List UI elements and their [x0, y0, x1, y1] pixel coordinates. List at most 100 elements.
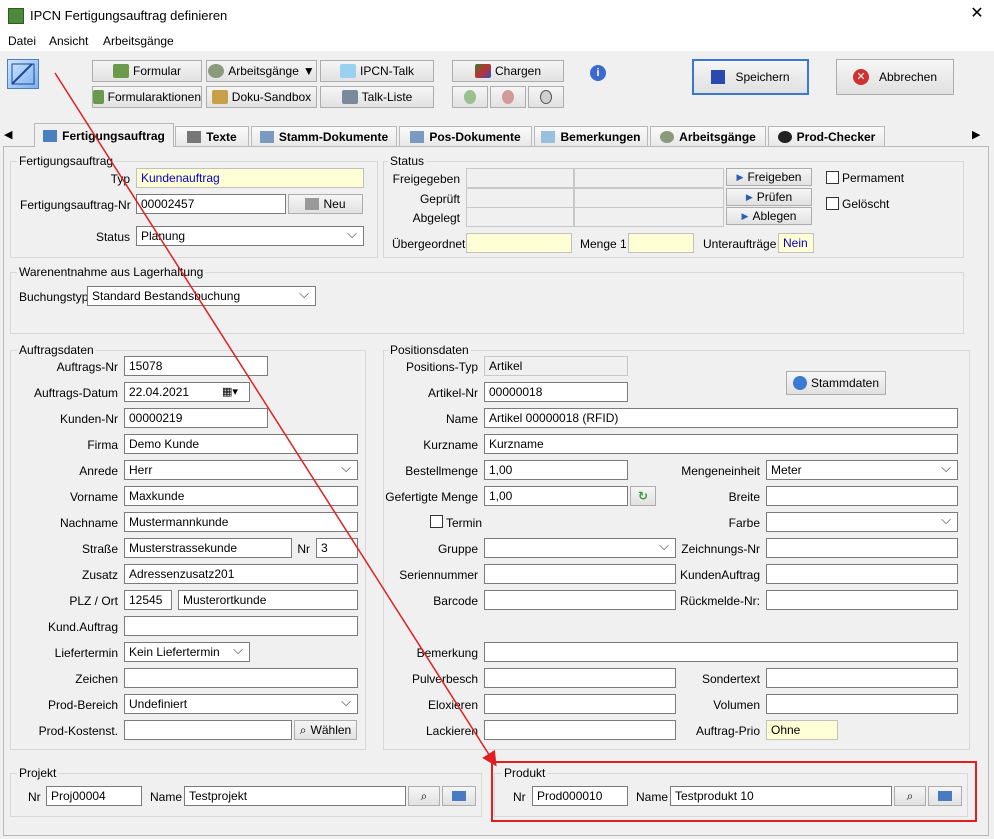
termin-checkbox[interactable]: [430, 515, 443, 528]
fa-nr-field[interactable]: 00002457: [136, 194, 286, 214]
pulverbesch-field[interactable]: [484, 668, 676, 688]
tab-scroll-right-icon[interactable]: ▶: [972, 128, 980, 141]
menge-field[interactable]: [628, 233, 694, 253]
projekt-search-button[interactable]: ⌕: [408, 786, 440, 806]
projekt-open-button[interactable]: [442, 786, 476, 806]
artikel-name-field[interactable]: Artikel 00000018 (RFID): [484, 408, 958, 428]
permanent-checkbox[interactable]: [826, 171, 839, 184]
freigeben-button[interactable]: ▶ Freigeben: [726, 168, 812, 186]
menu-ansicht[interactable]: Ansicht: [49, 34, 88, 48]
tab-pos-dokumente[interactable]: Pos-Dokumente: [399, 126, 532, 146]
ablegen-button[interactable]: ▶ Ablegen: [726, 207, 812, 225]
barcode-field[interactable]: [484, 590, 676, 610]
zusatz-field[interactable]: Adressenzusatz201: [124, 564, 358, 584]
freigegeben-by-field: [574, 168, 724, 188]
label: Zusatz: [81, 568, 118, 582]
prod-bereich-select[interactable]: Undefiniert: [124, 694, 358, 714]
rueckmelde-nr-field[interactable]: [766, 590, 958, 610]
kundenauftrag-field[interactable]: [766, 564, 958, 584]
bestellmenge-field[interactable]: 1,00: [484, 460, 628, 480]
sondertext-field[interactable]: [766, 668, 958, 688]
plz-field[interactable]: 12545: [124, 590, 172, 610]
hausnr-field[interactable]: 3: [316, 538, 358, 558]
arbeitsgaenge-button[interactable]: Arbeitsgänge ▼: [206, 60, 317, 82]
prod-kostenst-field[interactable]: [124, 720, 292, 740]
menu-datei[interactable]: Datei: [8, 34, 36, 48]
zeichen-field[interactable]: [124, 668, 358, 688]
calendar-icon[interactable]: ▦▾: [222, 385, 238, 398]
liefertermin-select[interactable]: Kein Liefertermin: [124, 642, 250, 662]
label: Permament: [842, 171, 905, 185]
green-bulb-button[interactable]: [452, 86, 488, 108]
formular-button[interactable]: Formular: [92, 60, 202, 82]
lock-icon: [540, 90, 552, 104]
close-icon[interactable]: ✕: [966, 3, 988, 25]
stammdaten-button[interactable]: Stammdaten: [786, 371, 886, 395]
label: Zeichnungs-Nr: [681, 542, 760, 556]
artikel-nr-field[interactable]: 00000018: [484, 382, 628, 402]
doku-sandbox-button[interactable]: Doku-Sandbox: [206, 86, 317, 108]
buchungstyp-select[interactable]: Standard Bestandsbuchung: [87, 286, 316, 306]
firma-field[interactable]: Demo Kunde: [124, 434, 358, 454]
kurzname-field[interactable]: Kurzname: [484, 434, 958, 454]
eloxieren-field[interactable]: [484, 694, 676, 714]
tab-bemerkungen[interactable]: Bemerkungen: [534, 126, 648, 146]
tab-scroll-left-icon[interactable]: ◀: [4, 128, 12, 141]
mengeneinheit-select[interactable]: Meter: [766, 460, 958, 480]
projekt-name-field[interactable]: Testprojekt: [184, 786, 406, 806]
produkt-name-field[interactable]: Testprodukt 10: [670, 786, 892, 806]
waehlen-button[interactable]: ⌕ Wählen: [294, 720, 357, 740]
auftrags-nr-field[interactable]: 15078: [124, 356, 268, 376]
lock-button[interactable]: [528, 86, 564, 108]
bemerkung-field[interactable]: [484, 642, 958, 662]
ort-field[interactable]: Musterortkunde: [178, 590, 358, 610]
neu-button[interactable]: Neu: [288, 194, 363, 214]
tab-arbeitsgaenge[interactable]: Arbeitsgänge: [650, 126, 766, 146]
produkt-search-button[interactable]: ⌕: [894, 786, 926, 806]
speichern-button[interactable]: Speichern: [692, 59, 809, 95]
abbrechen-button[interactable]: ✕ Abbrechen: [836, 59, 954, 95]
gefertigte-menge-field[interactable]: 1,00: [484, 486, 628, 506]
edit-form-icon[interactable]: [7, 59, 39, 89]
uebergeordnet-field[interactable]: [466, 233, 572, 253]
label: Name: [445, 412, 478, 426]
produkt-nr-field[interactable]: Prod000010: [532, 786, 628, 806]
talk-liste-button[interactable]: Talk-Liste: [320, 86, 434, 108]
anrede-select[interactable]: Herr: [124, 460, 358, 480]
label: Fertigungsauftrag-Nr: [20, 198, 131, 212]
pruefen-button[interactable]: ▶ Prüfen: [726, 188, 812, 206]
zeichnungs-nr-field[interactable]: [766, 538, 958, 558]
red-bulb-button[interactable]: [490, 86, 526, 108]
info-icon[interactable]: i: [590, 65, 606, 81]
nachname-field[interactable]: Mustermannkunde: [124, 512, 358, 532]
farbe-select[interactable]: [766, 512, 958, 532]
produkt-open-button[interactable]: [928, 786, 962, 806]
tab-stamm-dokumente[interactable]: Stamm-Dokumente: [251, 126, 397, 146]
chargen-button[interactable]: Chargen: [452, 60, 564, 82]
typ-field[interactable]: Kundenauftrag: [136, 168, 364, 188]
tab-texte[interactable]: Texte: [175, 126, 249, 146]
freigegeben-field: [466, 168, 574, 188]
vorname-field[interactable]: Maxkunde: [124, 486, 358, 506]
ipcn-talk-button[interactable]: IPCN-Talk: [320, 60, 434, 82]
projekt-nr-field[interactable]: Proj00004: [46, 786, 142, 806]
strasse-field[interactable]: Musterstrassekunde: [124, 538, 292, 558]
kund-auftrag-field[interactable]: [124, 616, 358, 636]
binoculars-icon: ⌕: [299, 722, 307, 737]
gruppe-select[interactable]: [484, 538, 676, 558]
kunden-nr-field[interactable]: 00000219: [124, 408, 268, 428]
status-select[interactable]: Planung: [136, 226, 364, 246]
menu-arbeitsgaenge[interactable]: Arbeitsgänge: [103, 34, 174, 48]
tab-fertigungsauftrag[interactable]: Fertigungsauftrag: [34, 123, 174, 147]
breite-field[interactable]: [766, 486, 958, 506]
auftrag-prio-field[interactable]: Ohne: [766, 720, 838, 740]
seriennummer-field[interactable]: [484, 564, 676, 584]
volumen-field[interactable]: [766, 694, 958, 714]
abgelegt-field: [466, 207, 574, 227]
tab-prod-checker[interactable]: Prod-Checker: [768, 126, 885, 146]
abgelegt-by-field: [574, 207, 724, 227]
refresh-button[interactable]: ↻: [630, 486, 656, 506]
geloescht-checkbox[interactable]: [826, 197, 839, 210]
formularaktionen-button[interactable]: Formularaktionen: [92, 86, 202, 108]
lackieren-field[interactable]: [484, 720, 676, 740]
